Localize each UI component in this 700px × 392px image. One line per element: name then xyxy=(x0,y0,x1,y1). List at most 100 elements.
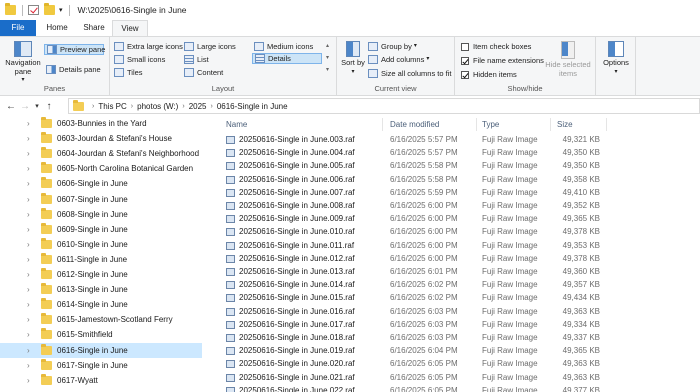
column-divider[interactable] xyxy=(606,118,607,131)
large-icons-option[interactable]: Large icons xyxy=(184,41,236,52)
nav-folder-item[interactable]: › 0603-Jourdan & Stefani's House xyxy=(0,131,202,146)
file-row[interactable]: 20250616-Single in June.012.raf 6/16/2025… xyxy=(210,252,700,265)
chevron-right-icon[interactable]: › xyxy=(27,255,35,264)
breadcrumb-drive[interactable]: photos (W:) xyxy=(137,102,178,111)
file-row[interactable]: 20250616-Single in June.020.raf 6/16/2025… xyxy=(210,357,700,370)
file-row[interactable]: 20250616-Single in June.003.raf 6/16/2025… xyxy=(210,133,700,146)
add-columns-button[interactable]: Add columns ▾ xyxy=(368,54,429,65)
nav-folder-item[interactable]: › 0612-Single in June xyxy=(0,267,202,282)
options-button[interactable]: Options ▾ xyxy=(598,41,634,76)
size-all-columns-button[interactable]: Size all columns to fit xyxy=(368,68,451,79)
nav-folder-item[interactable]: › 0604-Jourdan & Stefani's Neighborhood xyxy=(0,146,202,161)
nav-folder-item[interactable]: › 0603-Bunnies in the Yard xyxy=(0,116,202,131)
nav-folder-item[interactable]: › 0610-Single in June xyxy=(0,237,202,252)
file-row[interactable]: 20250616-Single in June.010.raf 6/16/2025… xyxy=(210,225,700,238)
small-icons-option[interactable]: Small icons xyxy=(114,54,165,65)
nav-folder-item[interactable]: › 0607-Single in June xyxy=(0,192,202,207)
file-name-extensions-checkbox[interactable] xyxy=(461,56,469,65)
file-row[interactable]: 20250616-Single in June.011.raf 6/16/2025… xyxy=(210,239,700,252)
column-header-size[interactable]: Size xyxy=(557,120,573,129)
content-option[interactable]: Content xyxy=(184,67,223,78)
nav-folder-item[interactable]: › 0611-Single in June xyxy=(0,252,202,267)
column-header-date[interactable]: Date modified xyxy=(390,120,439,129)
chevron-right-icon[interactable]: › xyxy=(27,361,35,370)
nav-folder-item[interactable]: › 0613-Single in June xyxy=(0,282,202,297)
file-row[interactable]: 20250616-Single in June.018.raf 6/16/2025… xyxy=(210,331,700,344)
nav-folder-item[interactable]: › 0615-Jamestown-Scotland Ferry xyxy=(0,312,202,327)
preview-pane-button[interactable]: Preview pane xyxy=(44,44,105,55)
file-row[interactable]: 20250616-Single in June.022.raf 6/16/2025… xyxy=(210,384,700,392)
column-divider[interactable] xyxy=(550,118,551,131)
extra-large-icons-option[interactable]: Extra large icons xyxy=(114,41,183,52)
chevron-right-icon[interactable]: › xyxy=(27,285,35,294)
breadcrumb-year[interactable]: 2025 xyxy=(189,102,207,111)
file-name-extensions-toggle[interactable]: File name extensions xyxy=(461,55,544,66)
tab-file[interactable]: File xyxy=(0,20,36,36)
chevron-right-icon[interactable]: › xyxy=(27,210,35,219)
chevron-right-icon[interactable]: › xyxy=(131,103,133,110)
nav-folder-item[interactable]: › 0608-Single in June xyxy=(0,207,202,222)
item-check-boxes-checkbox[interactable] xyxy=(461,42,469,51)
chevron-right-icon[interactable]: › xyxy=(27,315,35,324)
nav-folder-item[interactable]: › 0614-Single in June xyxy=(0,297,202,312)
chevron-right-icon[interactable]: › xyxy=(27,300,35,309)
file-row[interactable]: 20250616-Single in June.005.raf 6/16/2025… xyxy=(210,159,700,172)
nav-folder-item[interactable]: › 0617-Single in June xyxy=(0,358,202,373)
breadcrumb-folder[interactable]: 0616-Single in June xyxy=(217,102,288,111)
group-by-button[interactable]: Group by ▾ xyxy=(368,41,417,52)
item-check-boxes-toggle[interactable]: Item check boxes xyxy=(461,41,531,52)
file-row[interactable]: 20250616-Single in June.015.raf 6/16/2025… xyxy=(210,291,700,304)
nav-folder-item[interactable]: › 0616-Single in June xyxy=(0,342,202,358)
tab-view[interactable]: View xyxy=(112,20,148,36)
back-arrow-icon[interactable]: ← xyxy=(4,101,18,112)
details-option[interactable]: Details xyxy=(252,53,322,64)
chevron-right-icon[interactable]: › xyxy=(92,103,94,110)
chevron-right-icon[interactable]: › xyxy=(27,134,35,143)
chevron-right-icon[interactable]: › xyxy=(27,346,35,355)
layout-scroll-arrows[interactable]: ▴ ▾ ▾ xyxy=(326,40,329,76)
column-divider[interactable] xyxy=(382,118,383,131)
nav-folder-item[interactable]: › 0606-Single in June xyxy=(0,176,202,191)
tiles-option[interactable]: Tiles xyxy=(114,67,143,78)
new-folder-icon[interactable] xyxy=(44,3,55,15)
up-arrow-icon[interactable]: ↑ xyxy=(42,101,56,112)
chevron-right-icon[interactable]: › xyxy=(210,103,212,110)
recent-locations-chevron-icon[interactable]: ▾ xyxy=(32,102,42,110)
chevron-right-icon[interactable]: › xyxy=(27,164,35,173)
file-row[interactable]: 20250616-Single in June.017.raf 6/16/2025… xyxy=(210,318,700,331)
chevron-right-icon[interactable]: › xyxy=(27,270,35,279)
nav-folder-item[interactable]: › 0615-Smithfield xyxy=(0,327,202,342)
column-divider[interactable] xyxy=(476,118,477,131)
chevron-right-icon[interactable]: › xyxy=(27,376,35,385)
quick-access-dropdown-icon[interactable]: ▾ xyxy=(59,6,63,14)
breadcrumb-this-pc[interactable]: This PC xyxy=(98,102,126,111)
medium-icons-option[interactable]: Medium icons xyxy=(254,41,313,52)
details-pane-button[interactable]: Details pane xyxy=(46,64,101,75)
file-row[interactable]: 20250616-Single in June.021.raf 6/16/2025… xyxy=(210,371,700,384)
chevron-right-icon[interactable]: › xyxy=(182,103,184,110)
column-header-type[interactable]: Type xyxy=(482,120,499,129)
file-row[interactable]: 20250616-Single in June.006.raf 6/16/2025… xyxy=(210,173,700,186)
navigation-pane[interactable]: › 0603-Bunnies in the Yard › 0603-Jourdan &… xyxy=(0,116,204,392)
sort-by-button[interactable]: Sort by ▾ xyxy=(341,41,365,76)
nav-folder-item[interactable]: › 0605-North Carolina Botanical Garden xyxy=(0,161,202,176)
column-header-name[interactable]: Name xyxy=(226,120,247,129)
hidden-items-toggle[interactable]: Hidden items xyxy=(461,69,517,80)
nav-folder-item[interactable]: › 0609-Single in June xyxy=(0,222,202,237)
properties-icon[interactable] xyxy=(28,5,39,15)
tab-share[interactable]: Share xyxy=(77,20,111,36)
chevron-right-icon[interactable]: › xyxy=(27,195,35,204)
file-row[interactable]: 20250616-Single in June.007.raf 6/16/2025… xyxy=(210,186,700,199)
chevron-right-icon[interactable]: › xyxy=(27,225,35,234)
address-bar[interactable]: › This PC › photos (W:) › 2025 › 0616-Si… xyxy=(68,98,700,114)
file-row[interactable]: 20250616-Single in June.004.raf 6/16/2025… xyxy=(210,146,700,159)
file-row[interactable]: 20250616-Single in June.016.raf 6/16/2025… xyxy=(210,305,700,318)
chevron-right-icon[interactable]: › xyxy=(27,149,35,158)
chevron-right-icon[interactable]: › xyxy=(27,240,35,249)
hide-selected-items-button[interactable]: Hide selected items xyxy=(545,41,591,78)
file-row[interactable]: 20250616-Single in June.014.raf 6/16/2025… xyxy=(210,278,700,291)
navigation-pane-button[interactable]: Navigation pane ▾ xyxy=(3,41,43,85)
hidden-items-checkbox[interactable] xyxy=(461,70,469,79)
chevron-right-icon[interactable]: › xyxy=(27,330,35,339)
forward-arrow-icon[interactable]: → xyxy=(18,101,32,112)
